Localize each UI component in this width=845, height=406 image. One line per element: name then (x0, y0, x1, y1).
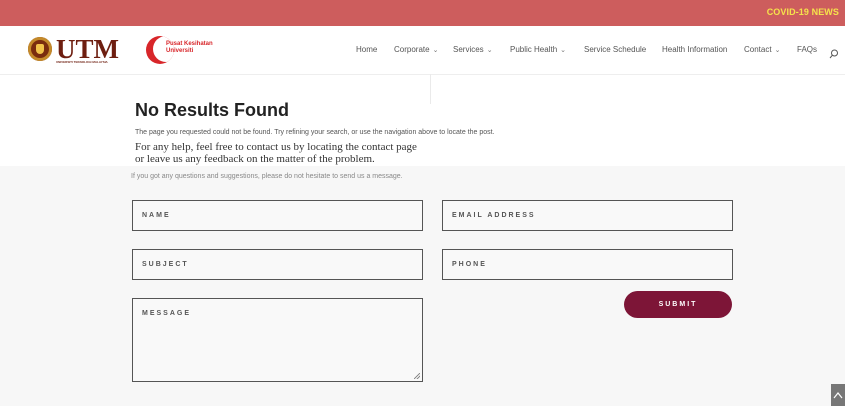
phone-placeholder: PHONE (452, 261, 487, 268)
name-placeholder: NAME (142, 212, 171, 219)
message-placeholder: MESSAGE (142, 310, 192, 317)
page-title: No Results Found (135, 100, 289, 120)
covid-news-link[interactable]: COVID-19 NEWS (767, 7, 839, 17)
submit-button[interactable]: SUBMIT (624, 291, 732, 318)
utm-logo-subtext: UNIVERSITI TEKNOLOGI MALAYSIA (56, 60, 108, 64)
back-to-top-button[interactable] (831, 384, 845, 406)
nav-item-label: Contact (744, 45, 772, 54)
email-field[interactable]: EMAIL ADDRESS (442, 200, 733, 231)
subject-placeholder: SUBJECT (142, 261, 189, 268)
nav-item-label: Services (453, 45, 484, 54)
nav-item-label: Health Information (662, 45, 728, 54)
message-field[interactable]: MESSAGE (132, 298, 423, 382)
nav-item-service-schedule[interactable]: Service Schedule (584, 45, 646, 54)
name-field[interactable]: NAME (132, 200, 423, 231)
nav-item-public-health[interactable]: Public Health ⌄ (510, 45, 566, 54)
nav-item-label: Home (356, 45, 378, 54)
nav-item-services[interactable]: Services ⌄ (453, 45, 493, 54)
chevron-down-icon: ⌄ (774, 47, 781, 54)
chevron-up-icon (833, 392, 843, 399)
nav-item-label: FAQs (797, 45, 818, 54)
nav-item-faqs[interactable]: FAQs (797, 45, 817, 54)
nav-item-health-information[interactable]: Health Information (662, 45, 727, 54)
pk-line-2: Universiti (166, 48, 194, 54)
pk-line-1: Pusat Kesihatan (166, 41, 213, 47)
subject-field[interactable]: SUBJECT (132, 249, 423, 280)
help-line-1: For any help, feel free to contact us by… (135, 141, 417, 153)
nav-item-corporate[interactable]: Corporate ⌄ (394, 45, 438, 54)
chevron-down-icon: ⌄ (486, 47, 493, 54)
help-line-2: or leave us any feedback on the matter o… (135, 153, 375, 165)
top-bar: COVID-19 NEWS (0, 0, 845, 26)
nav-item-contact[interactable]: Contact ⌄ (744, 45, 780, 54)
nav-item-home[interactable]: Home (356, 45, 377, 54)
utm-emblem-icon (28, 37, 52, 61)
chevron-down-icon: ⌄ (560, 47, 567, 54)
header-divider (430, 74, 431, 104)
nav-item-label: Service Schedule (584, 45, 647, 54)
phone-field[interactable]: PHONE (442, 249, 733, 280)
not-found-description: The page you requested could not be foun… (135, 129, 495, 136)
chevron-down-icon: ⌄ (432, 47, 439, 54)
help-text: For any help, feel free to contact us by… (135, 141, 455, 165)
site-header: UTM UNIVERSITI TEKNOLOGI MALAYSIA Pusat … (0, 26, 845, 75)
nav-item-label: Public Health (510, 45, 558, 54)
email-placeholder: EMAIL ADDRESS (452, 212, 536, 219)
pk-logo-text: Pusat Kesihatan Universiti (166, 41, 213, 55)
nav-item-label: Corporate (394, 45, 430, 54)
search-icon[interactable] (829, 46, 839, 59)
contact-intro: If you got any questions and suggestions… (131, 173, 403, 180)
resize-handle-icon[interactable] (414, 373, 420, 379)
